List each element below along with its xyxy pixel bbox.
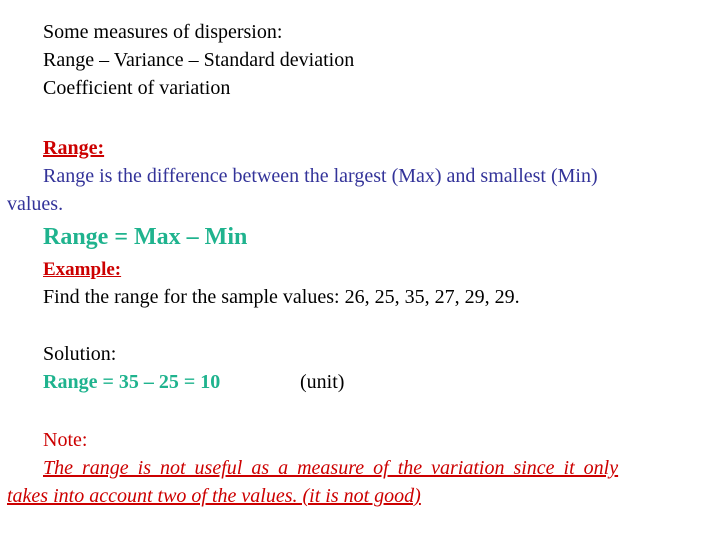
example-prompt: Find the range for the sample values: 26… [43,286,520,308]
note-text-line-2: takes into account two of the values. (i… [7,485,421,507]
range-heading: Range: [43,137,105,159]
note-label: Note: [43,429,88,451]
example-heading: Example: [43,259,122,280]
solution-label: Solution: [43,343,117,365]
intro-line-3: Coefficient of variation [43,77,231,99]
intro-line-1: Some measures of dispersion: [43,21,283,43]
solution-result: Range = 35 – 25 = 10 [43,371,221,393]
note-text-line-1: The range is not useful as a measure of … [43,457,619,479]
solution-unit: (unit) [300,371,345,393]
intro-line-2: Range – Variance – Standard deviation [43,49,355,71]
range-definition-line-2: values. [7,193,64,215]
range-formula: Range = Max – Min [43,224,248,250]
range-definition-line-1: Range is the difference between the larg… [43,165,598,187]
